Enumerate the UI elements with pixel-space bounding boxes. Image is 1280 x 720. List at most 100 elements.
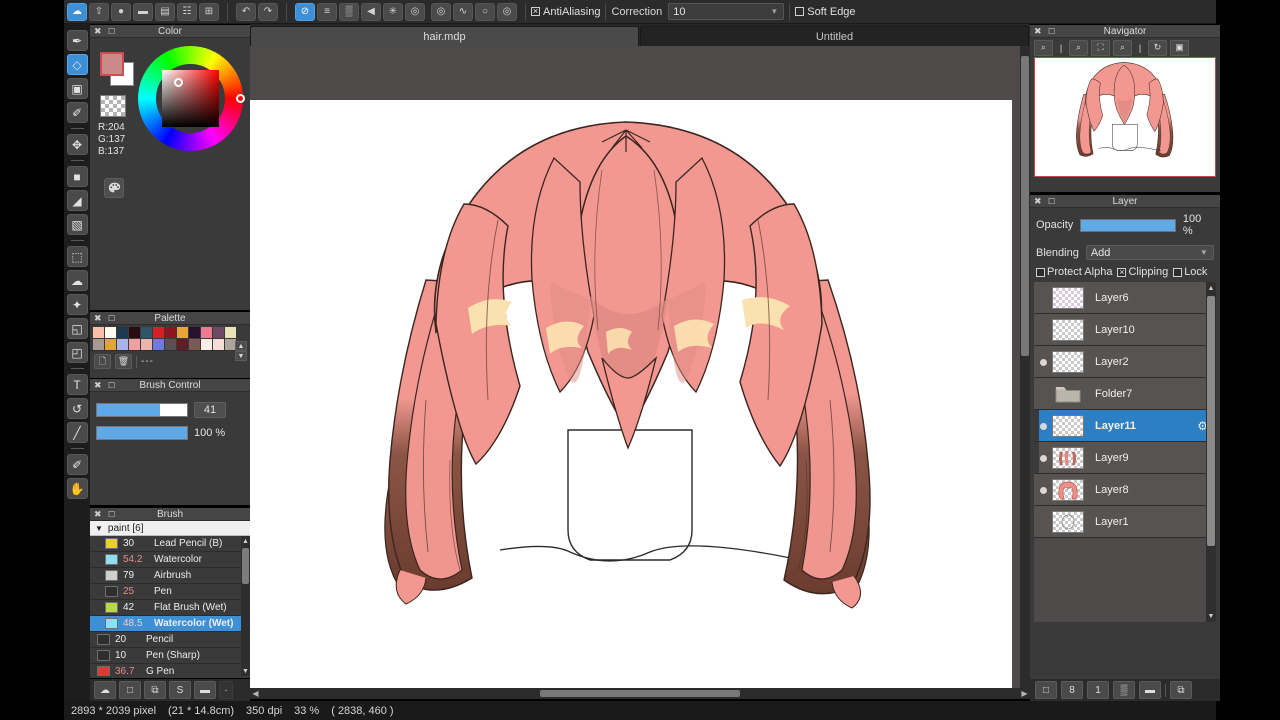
- document-tab[interactable]: Untitled: [640, 26, 1029, 46]
- palette-swatch[interactable]: [177, 339, 188, 350]
- comment-bubble-icon[interactable]: ●: [111, 2, 131, 21]
- brush-list-scrollbar[interactable]: ▲ ▼: [241, 536, 250, 676]
- layout-icon[interactable]: ⊞: [199, 2, 219, 21]
- brush-list-item[interactable]: 25 Pen: [90, 584, 250, 600]
- scroll-down-icon[interactable]: ▼: [242, 666, 249, 676]
- scroll-down-icon[interactable]: ▼: [1207, 610, 1215, 622]
- clipping-checkbox[interactable]: × Clipping: [1117, 266, 1168, 278]
- brush-settings-button[interactable]: S: [169, 681, 191, 699]
- fit-screen-icon[interactable]: ⛶: [1091, 39, 1110, 56]
- lock-checkbox[interactable]: Lock: [1173, 266, 1207, 278]
- palette-swatch[interactable]: [213, 327, 224, 338]
- float-panel-icon[interactable]: ☐: [108, 314, 115, 323]
- fit-window-icon[interactable]: ▣: [1170, 39, 1189, 56]
- palette-swatch[interactable]: [117, 339, 128, 350]
- palette-swatch[interactable]: [105, 327, 116, 338]
- undo-icon[interactable]: ↶: [236, 2, 256, 21]
- target-ruler-icon[interactable]: ◎: [431, 2, 451, 21]
- scroll-up-icon[interactable]: ▲: [242, 536, 249, 546]
- redo-icon[interactable]: ↷: [258, 2, 278, 21]
- brush-panel-resize-handle[interactable]: ·: [219, 681, 233, 699]
- palette-swatch[interactable]: [153, 327, 164, 338]
- chat-icon[interactable]: ▬: [133, 2, 153, 21]
- palette-scroll-up-button[interactable]: ▲: [235, 341, 247, 351]
- brush-duplicate-button[interactable]: ⧉: [144, 681, 166, 699]
- palette-scroll-buttons[interactable]: ▲ ▼: [235, 341, 247, 361]
- layer-visibility-toggle[interactable]: [1034, 353, 1052, 371]
- layer-row[interactable]: Layer2: [1034, 346, 1216, 378]
- palette-picker-button[interactable]: [104, 178, 124, 198]
- brush-list[interactable]: 30 Lead Pencil (B) 54.2 Watercolor 79 Airbrus…: [90, 536, 250, 676]
- palette-swatch[interactable]: [189, 339, 200, 350]
- curve-ruler-icon[interactable]: ∿: [453, 2, 473, 21]
- float-panel-icon[interactable]: ☐: [108, 510, 115, 519]
- brush-list-item[interactable]: 36.7 G Pen: [90, 664, 250, 676]
- eraser-tool[interactable]: ◇: [66, 54, 88, 75]
- deselect-tool[interactable]: ◰: [66, 342, 88, 363]
- document-icon[interactable]: ▤: [155, 2, 175, 21]
- angle-ruler-icon[interactable]: ◀: [361, 2, 381, 21]
- close-icon[interactable]: ✖: [94, 313, 102, 324]
- brush-size-slider[interactable]: [96, 403, 188, 417]
- lock-check-box[interactable]: [1173, 267, 1183, 277]
- grid-icon[interactable]: ▒: [339, 2, 359, 21]
- palette-swatch[interactable]: [141, 327, 152, 338]
- document-tab[interactable]: hair.mdp: [250, 26, 639, 46]
- palette-scroll-down-button[interactable]: ▼: [235, 351, 247, 361]
- concentric-circle-icon[interactable]: ◎: [405, 2, 425, 21]
- new-palette-button[interactable]: 🗋: [94, 354, 111, 369]
- layer-row[interactable]: Layer8: [1034, 474, 1216, 506]
- fill-rect-tool[interactable]: ■: [66, 166, 88, 187]
- float-panel-icon[interactable]: ☐: [108, 381, 115, 390]
- close-icon[interactable]: ✖: [94, 26, 102, 37]
- palette-swatch[interactable]: [225, 327, 236, 338]
- palette-swatch[interactable]: [105, 339, 116, 350]
- scroll-right-icon[interactable]: ▶: [1019, 689, 1030, 698]
- brush-list-item[interactable]: 10 Pen (Sharp): [90, 648, 250, 664]
- canvas-vertical-scrollbar[interactable]: [1020, 46, 1030, 688]
- circle-ruler-icon[interactable]: ○: [475, 2, 495, 21]
- layer-row[interactable]: Layer1: [1034, 506, 1216, 538]
- upload-icon[interactable]: ⇧: [89, 2, 109, 21]
- no-symmetry-icon[interactable]: ⊘: [295, 2, 315, 21]
- canvas-horizontal-scroll-thumb[interactable]: [540, 690, 740, 697]
- new-1bit-layer-button[interactable]: 1: [1087, 681, 1109, 699]
- brush-list-item[interactable]: 42 Flat Brush (Wet): [90, 600, 250, 616]
- palette-swatch[interactable]: [153, 339, 164, 350]
- palette-swatch[interactable]: [165, 339, 176, 350]
- pencil-tool[interactable]: ✐: [66, 454, 88, 475]
- palette-swatch-grid[interactable]: [90, 325, 250, 350]
- brush-list-item[interactable]: 20 Pencil: [90, 632, 250, 648]
- clipping-check-box[interactable]: ×: [1117, 267, 1127, 277]
- hue-cursor[interactable]: [236, 94, 245, 103]
- new-layer-button[interactable]: □: [1035, 681, 1057, 699]
- brush-size-value[interactable]: 41: [194, 402, 226, 418]
- gradient-tool[interactable]: ▧: [66, 214, 88, 235]
- float-panel-icon[interactable]: ☐: [1048, 197, 1055, 206]
- layer-list-scroll-thumb[interactable]: [1207, 296, 1215, 546]
- correction-dropdown[interactable]: 10 ▼: [668, 3, 785, 20]
- horizontal-lines-icon[interactable]: ≡: [317, 2, 337, 21]
- move-tool[interactable]: ✥: [66, 134, 88, 155]
- antialiasing-checkbox[interactable]: × AntiAliasing: [531, 6, 600, 18]
- delete-palette-button[interactable]: 🗑: [115, 354, 132, 369]
- saturation-value-square[interactable]: [162, 70, 219, 127]
- text-tool[interactable]: T: [66, 374, 88, 395]
- zoom-reset-icon[interactable]: ⌕: [1034, 39, 1053, 56]
- pen-tool[interactable]: ✐: [66, 102, 88, 123]
- brush-download-button[interactable]: ☁: [94, 681, 116, 699]
- protect-alpha-checkbox[interactable]: Protect Alpha: [1036, 266, 1112, 278]
- canvas-viewport[interactable]: [250, 46, 1030, 688]
- palette-swatch[interactable]: [129, 339, 140, 350]
- lasso-select-tool[interactable]: ☁: [66, 270, 88, 291]
- list-panel-icon[interactable]: ☷: [177, 2, 197, 21]
- color-wheel[interactable]: [138, 46, 245, 151]
- close-icon[interactable]: ✖: [1034, 196, 1042, 207]
- brush-new-button[interactable]: □: [119, 681, 141, 699]
- brush-tool[interactable]: ✒: [66, 30, 88, 51]
- antialiasing-check-box[interactable]: ×: [531, 7, 540, 16]
- hand-tool[interactable]: ✋: [66, 478, 88, 499]
- new-folder-button[interactable]: ▬: [1139, 681, 1161, 699]
- brush-list-item[interactable]: 54.2 Watercolor: [90, 552, 250, 568]
- close-icon[interactable]: ✖: [94, 509, 102, 520]
